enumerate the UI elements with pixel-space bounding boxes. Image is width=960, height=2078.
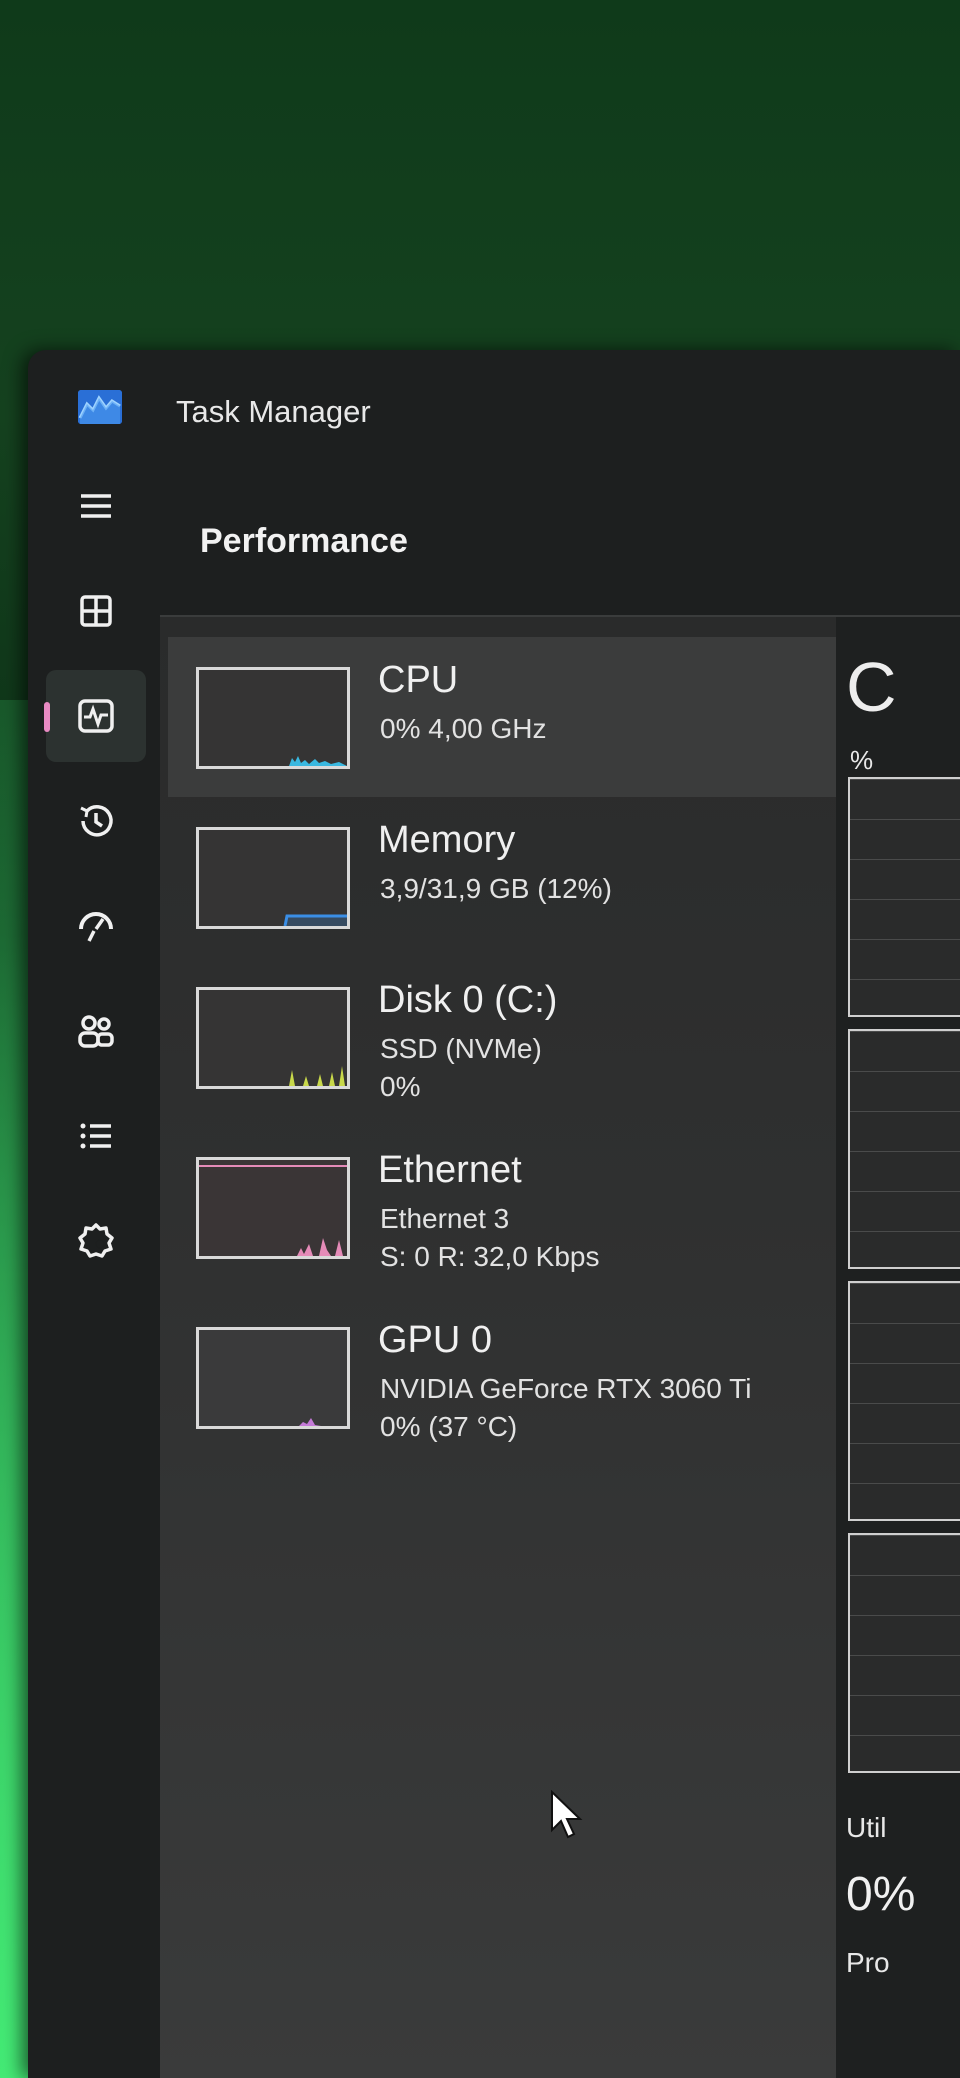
disk-graph-fill [289, 1066, 345, 1086]
processes-icon [80, 595, 112, 627]
perf-item-gpu[interactable]: GPU 0 NVIDIA GeForce RTX 3060 Ti 0% (37 … [168, 1297, 844, 1457]
nav-startup-apps[interactable] [46, 880, 146, 972]
details-icon [80, 1123, 111, 1149]
cpu-detail-panel: C % Util 0% Pro [836, 617, 960, 2078]
perf-item-detail: 3,9/31,9 GB (12%) [380, 873, 612, 904]
perf-item-detail: SSD (NVMe) [380, 1033, 542, 1064]
startup-apps-icon [79, 912, 113, 942]
hamburger-menu-icon [81, 494, 111, 518]
nav-app-history[interactable] [46, 775, 146, 867]
ethernet-graph-fill [297, 1238, 343, 1256]
core-graph [848, 1281, 960, 1521]
memory-graph-fill [287, 917, 347, 926]
perf-item-title: GPU 0 [378, 1319, 493, 1361]
perf-item-title: Disk 0 (C:) [378, 979, 558, 1021]
title-bar[interactable]: Task Manager [28, 350, 960, 460]
perf-item-detail: NVIDIA GeForce RTX 3060 Ti [380, 1373, 752, 1404]
perf-item-detail-2: 0% [380, 1071, 421, 1102]
perf-item-detail: Ethernet 3 [380, 1203, 510, 1234]
nav-processes[interactable] [46, 565, 146, 657]
app-history-icon [80, 805, 113, 837]
perf-item-detail: 0% 4,00 GHz [380, 713, 547, 744]
users-icon [78, 1015, 114, 1048]
performance-icon [78, 699, 114, 733]
gpu-mini-graph [196, 1327, 350, 1429]
nav-performance[interactable] [44, 670, 146, 762]
memory-mini-graph [196, 827, 350, 929]
perf-item-detail-2: 0% (37 °C) [380, 1411, 518, 1442]
core-graph [848, 1029, 960, 1269]
core-graph [848, 1533, 960, 1773]
nav-users[interactable] [46, 985, 146, 1077]
ethernet-mini-graph [196, 1157, 350, 1259]
gpu-graph-fill [299, 1418, 321, 1426]
services-icon [78, 1223, 114, 1258]
utilization-value: 0% [846, 1868, 916, 1921]
mouse-cursor-icon [551, 1790, 583, 1839]
processes-label: Pro [846, 1947, 890, 1978]
perf-item-memory[interactable]: Memory 3,9/31,9 GB (12%) [168, 797, 844, 957]
hamburger-menu-button[interactable] [46, 460, 146, 552]
cpu-graph-fill [289, 756, 347, 766]
detail-heading: C [846, 648, 897, 726]
perf-item-title: Memory [378, 819, 516, 861]
perf-item-title: Ethernet [378, 1149, 522, 1191]
perf-item-disk[interactable]: Disk 0 (C:) SSD (NVMe) 0% [168, 957, 844, 1117]
window-title: Task Manager [176, 394, 371, 429]
perf-item-ethernet[interactable]: Ethernet Ethernet 3 S: 0 R: 32,0 Kbps [168, 1127, 844, 1287]
page-title: Performance [200, 522, 408, 560]
performance-list-area: CPU 0% 4,00 GHz Memory 3,9/31,9 GB (12%)… [160, 615, 960, 2078]
core-graph [848, 777, 960, 1017]
perf-item-detail-2: S: 0 R: 32,0 Kbps [380, 1241, 600, 1272]
percent-axis-label: % [850, 745, 874, 775]
utilization-label: Util [846, 1812, 887, 1843]
nav-details[interactable] [46, 1090, 146, 1182]
navigation-rail [28, 460, 168, 2078]
nav-services[interactable] [46, 1195, 146, 1287]
task-manager-app-icon [78, 390, 122, 424]
cpu-mini-graph [196, 667, 350, 769]
task-manager-window: Task Manager Performance CPU 0% 4,00 GHz… [28, 350, 960, 2078]
perf-item-title: CPU [378, 659, 459, 701]
perf-item-cpu[interactable]: CPU 0% 4,00 GHz [168, 637, 844, 797]
disk-mini-graph [196, 987, 350, 1089]
